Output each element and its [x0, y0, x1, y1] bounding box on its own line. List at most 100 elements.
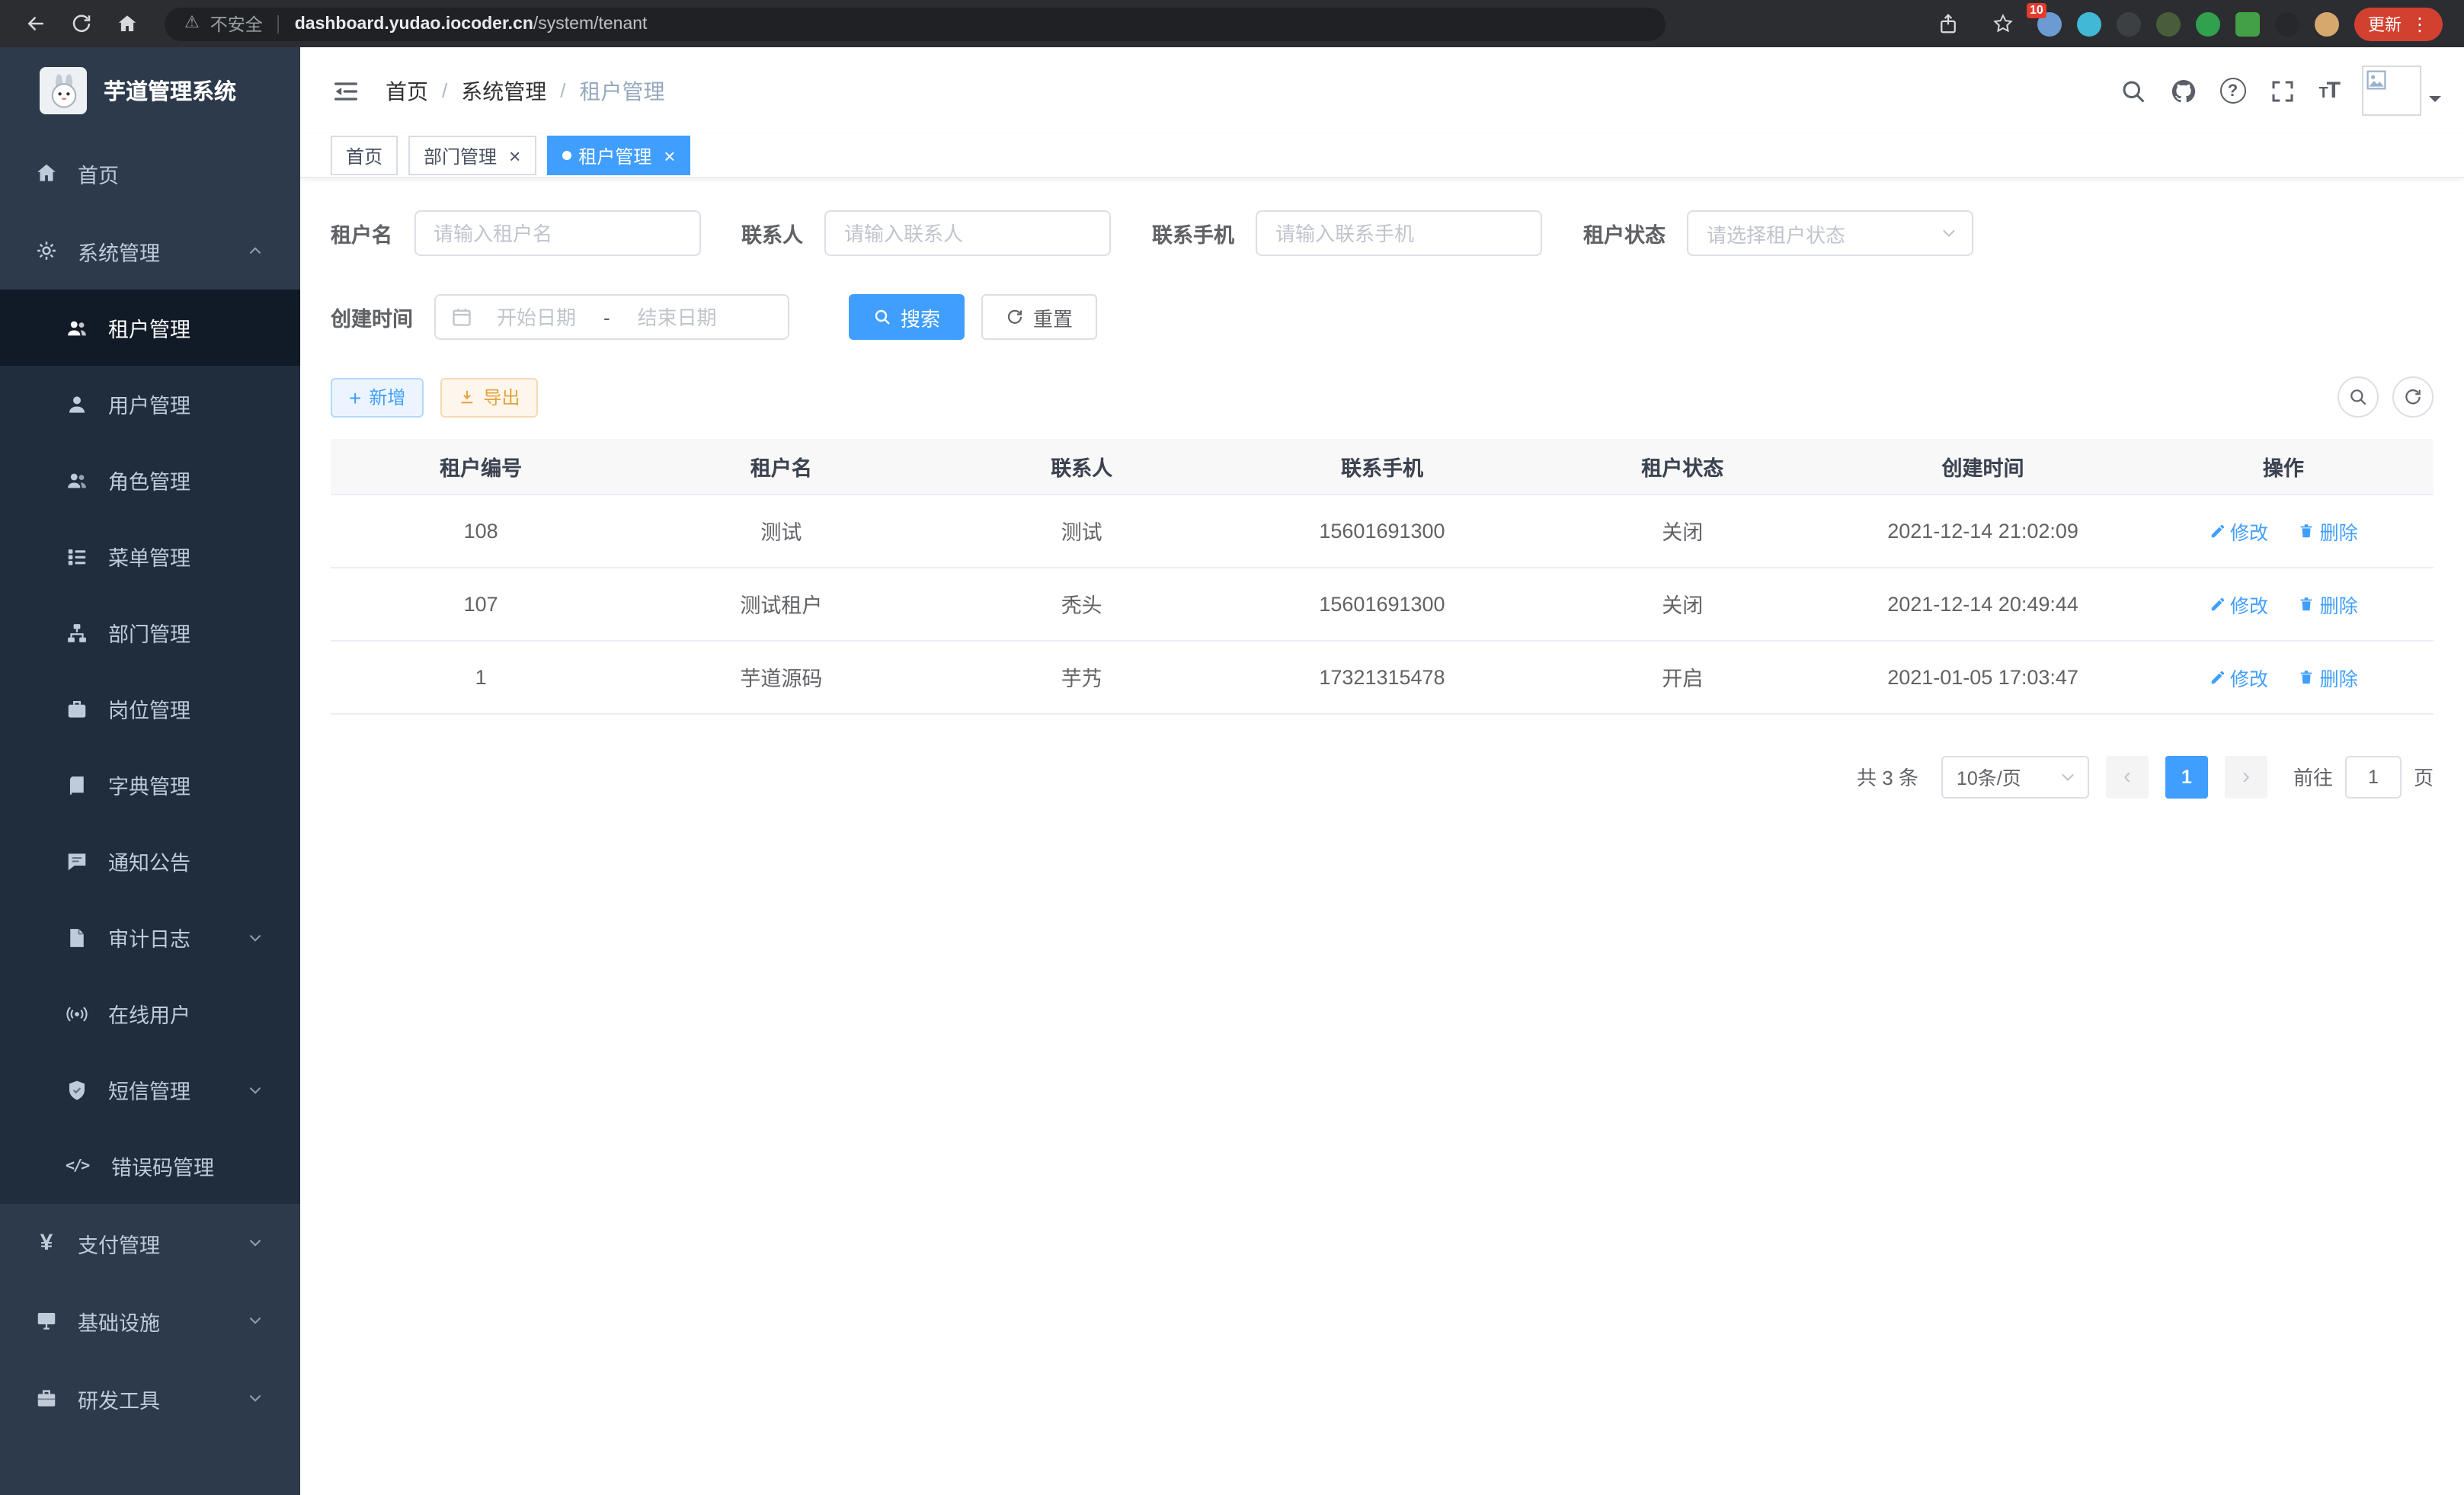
sidebar-item-user[interactable]: 用户管理 — [0, 366, 300, 442]
refresh-table-button[interactable] — [2392, 376, 2434, 418]
sidebar-item-label: 系统管理 — [78, 235, 160, 266]
sidebar-item-error-code[interactable]: </> 错误码管理 — [0, 1128, 300, 1204]
extension-icon[interactable] — [2235, 11, 2260, 36]
devtools-icon — [35, 1387, 58, 1410]
edit-link[interactable]: 修改 — [2209, 589, 2268, 618]
browser-menu-icon[interactable]: ⋮ — [2411, 14, 2429, 33]
sidebar-item-label: 研发工具 — [78, 1383, 160, 1413]
tab-home[interactable]: 首页 — [331, 136, 398, 175]
extension-icon[interactable] — [2196, 11, 2220, 36]
extension-icon[interactable] — [2077, 11, 2101, 36]
header-search-icon[interactable] — [2119, 77, 2146, 104]
sidebar-item-dict[interactable]: 字典管理 — [0, 747, 300, 823]
goto-page-input[interactable] — [2345, 755, 2402, 798]
font-size-icon[interactable]: TT — [2318, 78, 2339, 104]
date-range-picker[interactable]: - — [434, 294, 789, 340]
close-icon[interactable]: × — [509, 146, 520, 165]
share-icon[interactable] — [1928, 5, 1967, 42]
collapse-sidebar-icon[interactable] — [331, 75, 361, 106]
tenant-id-cell: 108 — [331, 494, 631, 567]
sidebar-item-devtools[interactable]: 研发工具 — [0, 1359, 300, 1437]
sidebar-item-menu[interactable]: 菜单管理 — [0, 518, 300, 594]
back-icon[interactable] — [15, 5, 55, 42]
sidebar-item-online-user[interactable]: 在线用户 — [0, 975, 300, 1052]
url-text[interactable]: dashboard.yudao.iocoder.cn/system/tenant — [295, 14, 648, 33]
fullscreen-icon[interactable] — [2268, 77, 2296, 104]
extension-icon[interactable] — [2156, 11, 2181, 36]
toggle-search-button[interactable] — [2338, 376, 2379, 418]
goto-label: 前往 — [2293, 762, 2333, 791]
extension-icon[interactable] — [2117, 11, 2141, 36]
delete-link[interactable]: 删除 — [2299, 589, 2358, 618]
contact-input[interactable] — [824, 210, 1111, 256]
browser-home-icon[interactable] — [107, 5, 146, 42]
delete-link[interactable]: 删除 — [2299, 516, 2358, 545]
reload-icon[interactable] — [61, 5, 101, 42]
breadcrumb-item[interactable]: 系统管理 — [461, 75, 546, 106]
user-avatar-menu[interactable] — [2362, 66, 2441, 116]
user-icon — [66, 392, 88, 415]
edit-link[interactable]: 修改 — [2209, 516, 2268, 545]
sidebar-item-label: 在线用户 — [108, 998, 190, 1029]
prev-page-button[interactable]: ‹ — [2106, 755, 2149, 798]
sidebar-item-label: 支付管理 — [78, 1228, 160, 1258]
sidebar-item-tenant[interactable]: 租户管理 — [0, 290, 300, 366]
bookmark-star-icon[interactable] — [1982, 5, 2022, 42]
filter-contact: 联系人 — [741, 210, 1111, 256]
sidebar-item-label: 首页 — [78, 158, 119, 188]
filter-label: 创建时间 — [331, 302, 413, 332]
sidebar-item-home[interactable]: 首页 — [0, 134, 300, 212]
tab-tenant[interactable]: 租户管理× — [546, 136, 690, 175]
sidebar-item-post[interactable]: 岗位管理 — [0, 671, 300, 747]
sidebar-item-system[interactable]: 系统管理 — [0, 212, 300, 290]
reset-button[interactable]: 重置 — [981, 294, 1097, 340]
extension-icon[interactable] — [2315, 11, 2339, 36]
sidebar-item-audit-log[interactable]: 审计日志 — [0, 899, 300, 975]
github-icon[interactable] — [2169, 77, 2197, 104]
extension-icon[interactable]: 10 — [2037, 11, 2062, 36]
export-button[interactable]: 导出 — [440, 377, 538, 417]
status-select[interactable]: 请选择租户状态 — [1687, 210, 1973, 256]
table-row: 108 测试 测试 15601691300 关闭 2021-12-14 21:0… — [331, 494, 2434, 567]
tenant-name-input[interactable] — [414, 210, 700, 256]
security-label[interactable]: 不安全 — [210, 11, 263, 36]
start-date-input[interactable] — [478, 306, 594, 328]
sidebar-item-role[interactable]: 角色管理 — [0, 442, 300, 518]
edit-link[interactable]: 修改 — [2209, 662, 2268, 691]
next-page-button[interactable]: › — [2225, 755, 2267, 798]
close-icon[interactable]: × — [664, 146, 675, 165]
add-button[interactable]: + 新增 — [331, 377, 424, 417]
sidebar-item-pay[interactable]: ¥ 支付管理 — [0, 1204, 300, 1282]
sidebar-item-infra[interactable]: 基础设施 — [0, 1282, 300, 1359]
address-bar[interactable]: ⚠ 不安全 dashboard.yudao.iocoder.cn/system/… — [165, 7, 1666, 40]
mobile-input[interactable] — [1256, 210, 1542, 256]
breadcrumb: 首页 / 系统管理 / 租户管理 — [386, 75, 665, 106]
tab-dept[interactable]: 部门管理× — [408, 136, 536, 175]
refresh-icon — [1006, 308, 1024, 326]
status-cell: 关闭 — [1532, 567, 1832, 640]
search-icon — [873, 308, 891, 326]
search-button[interactable]: 搜索 — [849, 294, 965, 340]
tab-label: 首页 — [346, 142, 382, 168]
tenant-name-cell: 芋道源码 — [631, 640, 931, 713]
extension-icon[interactable] — [2275, 11, 2299, 36]
sidebar-item-notice[interactable]: 通知公告 — [0, 823, 300, 899]
delete-link[interactable]: 删除 — [2299, 662, 2358, 691]
help-icon[interactable]: ? — [2219, 78, 2245, 104]
breadcrumb-item[interactable]: 首页 — [386, 75, 428, 106]
filter-label: 租户状态 — [1583, 218, 1666, 248]
sidebar-item-dept[interactable]: 部门管理 — [0, 594, 300, 671]
sidebar-item-sms[interactable]: 短信管理 — [0, 1052, 300, 1128]
sidebar: 芋道管理系统 首页 系统管理 租户管理 用户管理 — [0, 47, 300, 1495]
page-number-button[interactable]: 1 — [2165, 755, 2208, 798]
end-date-input[interactable] — [619, 306, 735, 328]
app-logo[interactable]: 芋道管理系统 — [0, 47, 300, 134]
page-size-select[interactable]: 10条/页 — [1941, 755, 2089, 798]
update-button[interactable]: 更新⋮ — [2354, 7, 2443, 40]
tenant-icon — [66, 316, 88, 339]
sidebar-item-label: 角色管理 — [108, 465, 190, 495]
tenant-name-cell: 测试 — [631, 494, 931, 567]
filter-label: 联系手机 — [1152, 218, 1234, 248]
column-header: 创建时间 — [1832, 439, 2133, 494]
breadcrumb-separator: / — [560, 79, 565, 102]
